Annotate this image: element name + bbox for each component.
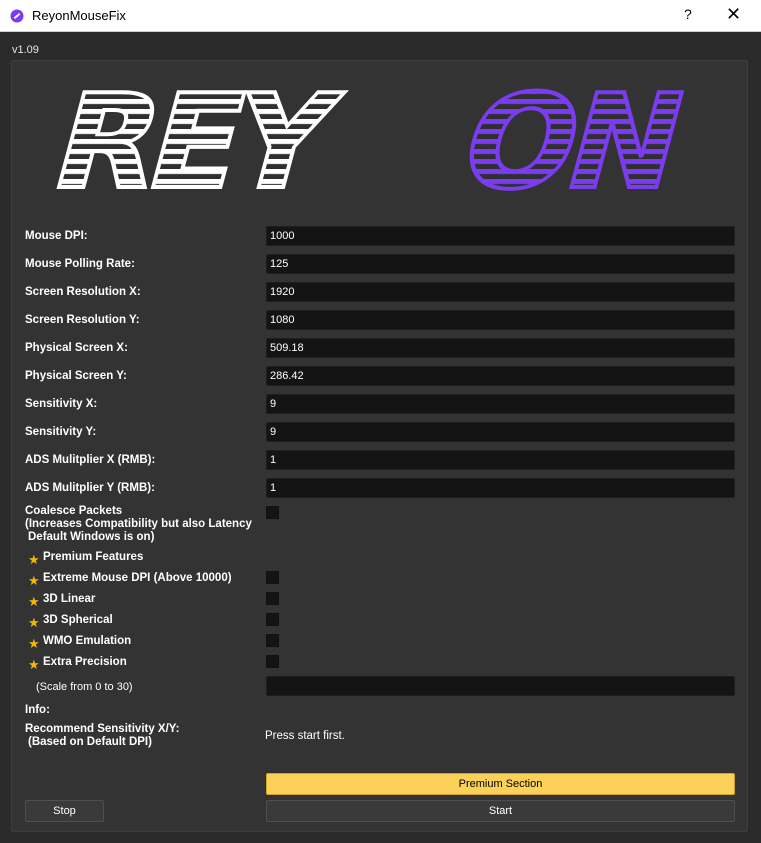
- extreme-dpi-label: Extreme Mouse DPI (Above 10000): [43, 572, 232, 584]
- polling-rate-input[interactable]: 125: [266, 254, 735, 274]
- physical-screen-x-label: Physical Screen X:: [25, 342, 128, 354]
- main-window: v1.09 REY ON Mouse DPI: 1000 Mouse Polli…: [0, 32, 761, 843]
- premium-features-header: Premium Features: [43, 551, 144, 563]
- screen-res-y-label: Screen Resolution Y:: [25, 314, 140, 326]
- logo-purple-text: ON: [447, 79, 695, 199]
- ads-multiplier-x-input[interactable]: 1: [266, 450, 735, 470]
- coalesce-checkbox[interactable]: [266, 506, 279, 519]
- reyon-logo: REY ON: [37, 79, 697, 199]
- screen-res-y-input[interactable]: 1080: [266, 310, 735, 330]
- wmo-emulation-checkbox[interactable]: [266, 634, 279, 647]
- star-icon: ★: [28, 552, 40, 567]
- 3d-spherical-checkbox[interactable]: [266, 613, 279, 626]
- star-icon: ★: [28, 594, 40, 609]
- window-title: ReyonMouseFix: [32, 8, 126, 23]
- star-icon: ★: [28, 636, 40, 651]
- logo-white-text: REY: [39, 79, 353, 199]
- help-button[interactable]: ?: [684, 6, 692, 22]
- 3d-spherical-label: 3D Spherical: [43, 614, 113, 626]
- ads-multiplier-y-input[interactable]: 1: [266, 478, 735, 498]
- mouse-dpi-label: Mouse DPI:: [25, 230, 88, 242]
- scale-input[interactable]: [266, 676, 735, 696]
- ads-multiplier-x-label: ADS Mulitplier X (RMB):: [25, 454, 156, 466]
- settings-panel: REY ON Mouse DPI: 1000 Mouse Polling Rat…: [11, 60, 748, 832]
- polling-rate-label: Mouse Polling Rate:: [25, 258, 135, 270]
- coalesce-label: Coalesce Packets: [25, 505, 123, 517]
- extra-precision-checkbox[interactable]: [266, 655, 279, 668]
- title-bar: ReyonMouseFix ? ✕: [0, 0, 761, 32]
- version-label: v1.09: [12, 44, 39, 56]
- ads-multiplier-y-label: ADS Mulitplier Y (RMB):: [25, 482, 155, 494]
- extreme-dpi-checkbox[interactable]: [266, 571, 279, 584]
- star-icon: ★: [28, 615, 40, 630]
- info-label: Info:: [25, 704, 50, 716]
- screen-res-x-input[interactable]: 1920: [266, 282, 735, 302]
- premium-section-button[interactable]: Premium Section: [266, 773, 735, 795]
- sensitivity-x-label: Sensitivity X:: [25, 398, 98, 410]
- scale-label: (Scale from 0 to 30): [36, 681, 133, 693]
- close-button[interactable]: ✕: [726, 4, 741, 25]
- 3d-linear-label: 3D Linear: [43, 593, 96, 605]
- extra-precision-label: Extra Precision: [43, 656, 127, 668]
- coalesce-desc-2: Default Windows is on): [28, 531, 155, 543]
- 3d-linear-checkbox[interactable]: [266, 592, 279, 605]
- sensitivity-y-input[interactable]: 9: [266, 422, 735, 442]
- mouse-dpi-input[interactable]: 1000: [266, 226, 735, 246]
- physical-screen-x-input[interactable]: 509.18: [266, 338, 735, 358]
- coalesce-desc-1: (Increases Compatibility but also Latenc…: [25, 518, 252, 530]
- star-icon: ★: [28, 573, 40, 588]
- start-button[interactable]: Start: [266, 800, 735, 822]
- app-icon: [10, 9, 24, 23]
- sensitivity-x-input[interactable]: 9: [266, 394, 735, 414]
- recommend-sensitivity-note: (Based on Default DPI): [28, 736, 152, 748]
- physical-screen-y-input[interactable]: 286.42: [266, 366, 735, 386]
- screen-res-x-label: Screen Resolution X:: [25, 286, 141, 298]
- wmo-emulation-label: WMO Emulation: [43, 635, 132, 647]
- physical-screen-y-label: Physical Screen Y:: [25, 370, 127, 382]
- recommend-sensitivity-value: Press start first.: [265, 730, 345, 742]
- stop-button[interactable]: Stop: [25, 800, 104, 822]
- star-icon: ★: [28, 657, 40, 672]
- recommend-sensitivity-label: Recommend Sensitivity X/Y:: [25, 723, 180, 735]
- sensitivity-y-label: Sensitivity Y:: [25, 426, 97, 438]
